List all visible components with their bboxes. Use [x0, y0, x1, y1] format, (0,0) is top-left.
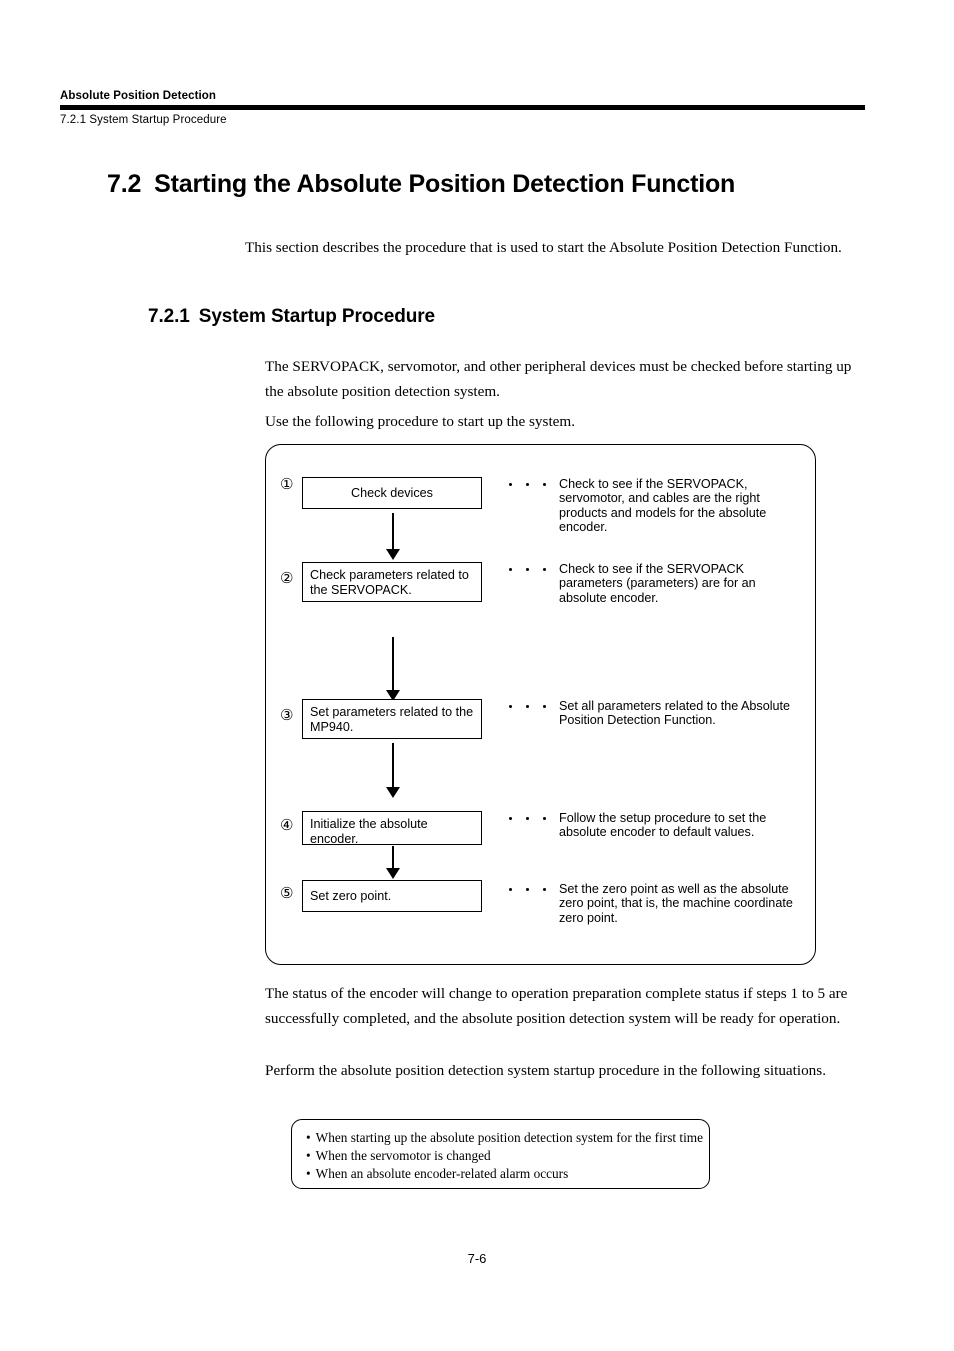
- note-item-text: When starting up the absolute position d…: [315, 1130, 704, 1145]
- leader-dot: [526, 483, 529, 486]
- subsection-title: System Startup Procedure: [198, 306, 435, 327]
- flow-arrow-3-4: [386, 743, 400, 799]
- step-box-label: Check parameters related to the SERVOPAC…: [302, 562, 482, 602]
- leader-dot: [509, 483, 512, 486]
- leader-dot: [543, 888, 546, 891]
- leader-dots: [509, 880, 546, 891]
- step-marker: ③: [280, 706, 294, 724]
- body-paragraph-1: The SERVOPACK, servomotor, and other per…: [265, 358, 852, 400]
- situations-note-box: • When starting up the absolute position …: [291, 1119, 710, 1189]
- note-item: • When starting up the absolute position …: [306, 1129, 709, 1147]
- section-number: 7.2: [107, 170, 142, 198]
- flow-arrow-1-2: [386, 513, 400, 561]
- step-description: Check to see if the SERVOPACK parameters…: [559, 562, 756, 605]
- flow-step-5: ⑤ Set zero point. Set the zero point as …: [280, 880, 805, 925]
- leader-dot: [543, 705, 546, 708]
- leader-dot: [509, 817, 512, 820]
- leader-dot: [526, 705, 529, 708]
- leader-dots: [509, 477, 546, 486]
- startup-procedure-flowchart: ① Check devices Check to see if the SERV…: [265, 444, 816, 965]
- leader-dot: [543, 568, 546, 571]
- step-marker: ④: [280, 816, 294, 834]
- header-rule: [60, 105, 865, 110]
- leader-dot: [526, 888, 529, 891]
- flow-arrow-4-5: [386, 846, 400, 880]
- step-box-label: Set zero point.: [302, 880, 482, 912]
- leader-dot: [543, 817, 546, 820]
- bullet-icon: •: [306, 1130, 311, 1145]
- flow-arrow-2-3: [386, 637, 400, 703]
- flow-step-3: ③ Set parameters related to the MP940. S…: [280, 699, 805, 739]
- document-page: Absolute Position Detection 7.2.1 System…: [0, 0, 954, 1351]
- leader-dot: [526, 817, 529, 820]
- closing-paragraph-1: The status of the encoder will change to…: [265, 985, 848, 1027]
- step-marker: ②: [280, 569, 294, 587]
- step-description: Set all parameters related to the Absolu…: [559, 699, 791, 728]
- step-box-label: Check devices: [302, 477, 482, 509]
- leader-dot: [509, 888, 512, 891]
- step-box-label: Set parameters related to the MP940.: [302, 699, 482, 739]
- step-marker: ⑤: [280, 884, 294, 902]
- step-description: Follow the setup procedure to set the ab…: [559, 811, 767, 840]
- leader-dot: [509, 705, 512, 708]
- subsection-number: 7.2.1: [148, 306, 190, 327]
- flow-step-1: ① Check devices Check to see if the SERV…: [280, 477, 805, 534]
- leader-dot: [543, 483, 546, 486]
- intro-paragraph: This section describes the procedure tha…: [245, 239, 842, 256]
- closing-paragraph-2: Perform the absolute position detection …: [265, 1062, 826, 1079]
- step-description: Check to see if the SERVOPACK, servomoto…: [559, 477, 767, 534]
- note-item: • When the servomotor is changed: [306, 1147, 709, 1165]
- step-marker: ①: [280, 475, 294, 493]
- note-item-text: When an absolute encoder-related alarm o…: [315, 1166, 569, 1181]
- page-footer: 7-6: [467, 1251, 487, 1266]
- bullet-icon: •: [306, 1166, 311, 1181]
- running-header-subsection: 7.2.1 System Startup Procedure: [60, 114, 227, 126]
- running-header-title: Absolute Position Detection: [60, 90, 217, 102]
- section-heading: 7.2 Starting the Absolute Position Detect…: [107, 170, 735, 199]
- leader-dots: [509, 562, 546, 571]
- leader-dot: [509, 568, 512, 571]
- step-box-label: Initialize the absolute encoder.: [302, 811, 482, 846]
- body-paragraph-2: Use the following procedure to start up …: [265, 413, 576, 430]
- leader-dot: [526, 568, 529, 571]
- subsection-heading: 7.2.1 System Startup Procedure: [148, 306, 435, 328]
- leader-dots: [509, 699, 546, 708]
- flow-step-4: ④ Initialize the absolute encoder. Follo…: [280, 811, 805, 846]
- section-title: Starting the Absolute Position Detection…: [154, 170, 736, 198]
- flow-step-2: ② Check parameters related to the SERVOP…: [280, 562, 805, 605]
- step-description: Set the zero point as well as the absolu…: [559, 882, 793, 925]
- note-item: • When an absolute encoder-related alarm …: [306, 1165, 709, 1183]
- note-item-text: When the servomotor is changed: [315, 1148, 491, 1163]
- bullet-icon: •: [306, 1148, 311, 1163]
- leader-dots: [509, 811, 546, 820]
